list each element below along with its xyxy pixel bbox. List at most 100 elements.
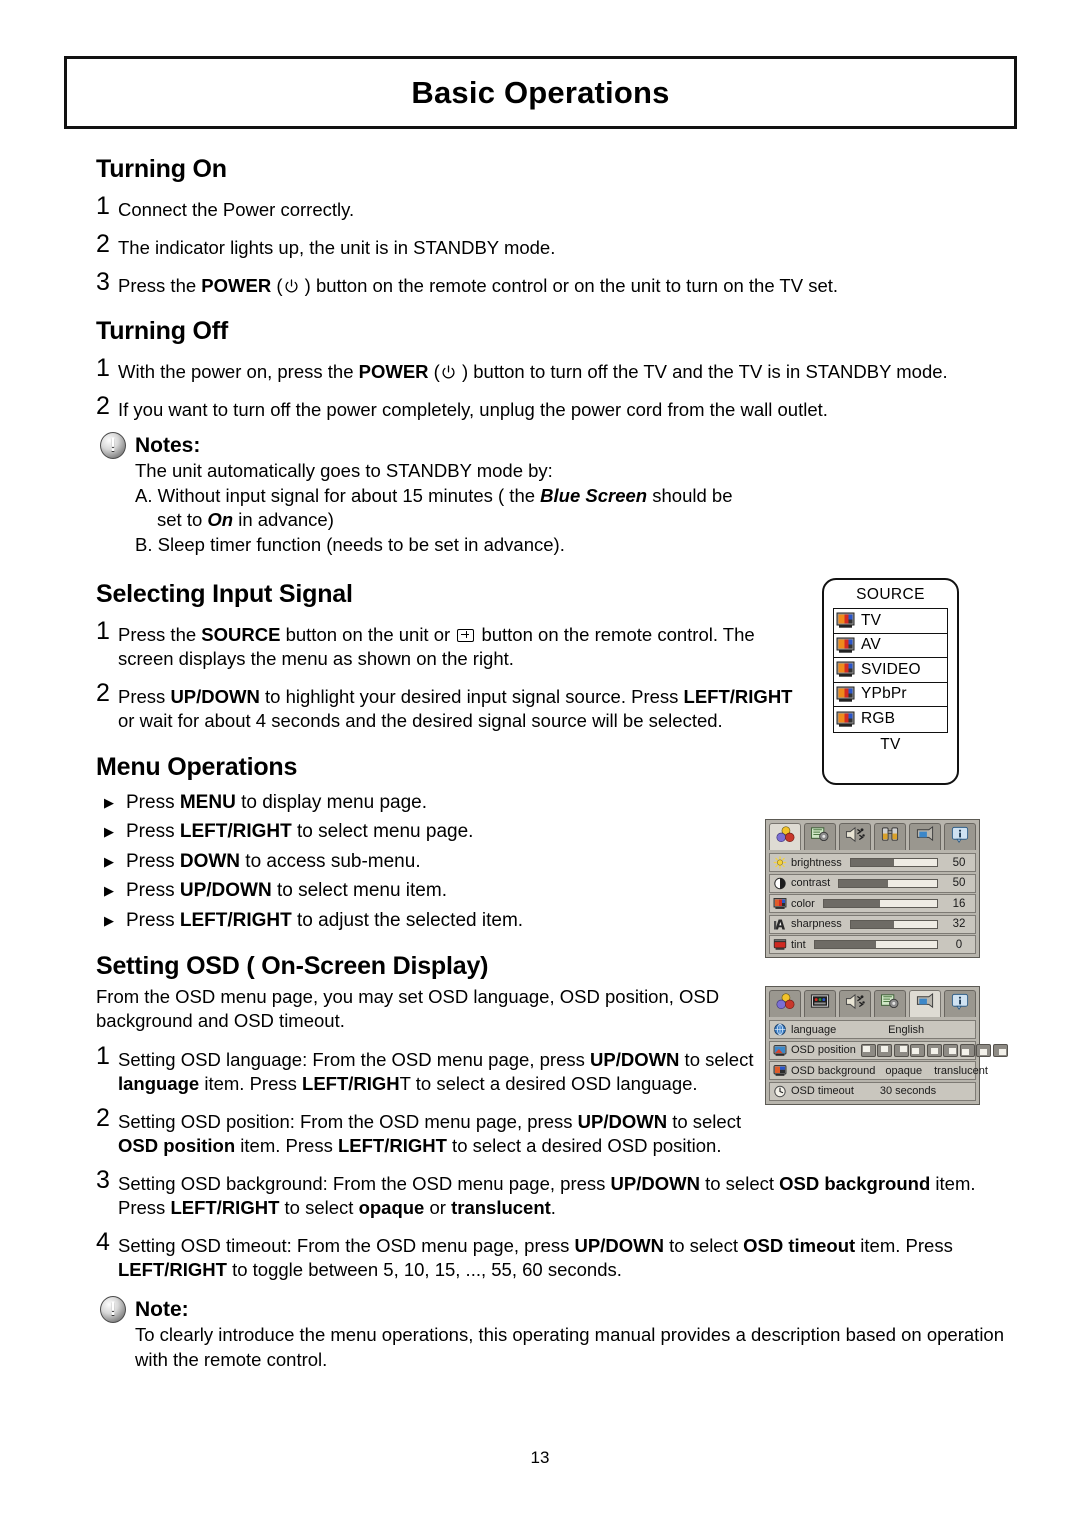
osd-position-option-8[interactable] bbox=[976, 1043, 992, 1057]
step-number: 2 bbox=[96, 1103, 110, 1132]
step-turning-on-3: 3 Press the POWER ( ) button on the remo… bbox=[96, 270, 1026, 298]
source-menu-item-svideo[interactable]: SVIDEO bbox=[834, 658, 947, 683]
exclamation-glyph: ! bbox=[109, 435, 117, 457]
position-marker bbox=[961, 1048, 969, 1055]
tab-osd[interactable] bbox=[908, 990, 942, 1017]
contrast-icon bbox=[773, 877, 787, 890]
keycap-up-down: UP/DOWN bbox=[590, 1048, 680, 1070]
language-value: English bbox=[888, 1023, 925, 1036]
tint-value: 0 bbox=[955, 938, 963, 951]
brightness-value: 50 bbox=[952, 856, 966, 869]
position-marker bbox=[899, 1045, 907, 1052]
picture-menu-rows: brightness 50 contrast 50 color 16 sharp… bbox=[769, 853, 976, 954]
t4: to toggle between 5, 10, 15, ..., 55, 60… bbox=[226, 1259, 622, 1281]
brightness-slider[interactable] bbox=[849, 858, 938, 867]
menu-row-brightness[interactable]: brightness 50 bbox=[769, 853, 976, 872]
menu-row-contrast[interactable]: contrast 50 bbox=[769, 873, 976, 893]
step-text-post: ) button on the remote control or on the… bbox=[299, 275, 839, 297]
t2: to select bbox=[667, 1110, 742, 1132]
tint-icon bbox=[773, 938, 787, 951]
step-text-pre: Press bbox=[118, 685, 171, 707]
menu-row-language[interactable]: language English bbox=[769, 1020, 976, 1039]
t4: to select bbox=[279, 1197, 359, 1219]
osd-position-option-7[interactable] bbox=[959, 1043, 975, 1057]
position-marker bbox=[980, 1048, 988, 1055]
menu-row-color[interactable]: color 16 bbox=[769, 894, 976, 913]
slider-fill bbox=[814, 941, 876, 948]
menu-row-osd-background[interactable]: OSD background opaque translucent bbox=[769, 1061, 988, 1080]
note-body: To clearly introduce the menu operations… bbox=[135, 1324, 1005, 1370]
slider-fill bbox=[850, 920, 894, 928]
tab-information[interactable] bbox=[943, 823, 977, 850]
tab-channel[interactable] bbox=[873, 823, 907, 850]
notes-a-pre: A. Without input signal for about 15 min… bbox=[135, 484, 541, 506]
tint-slider[interactable] bbox=[813, 940, 938, 949]
tab-sound[interactable] bbox=[838, 990, 872, 1017]
menu-row-tint[interactable]: tint 0 bbox=[769, 935, 976, 954]
tab-osd[interactable] bbox=[908, 823, 942, 850]
tab-screen[interactable] bbox=[803, 990, 837, 1017]
setting-osd-intro: From the OSD menu page, you may set OSD … bbox=[96, 985, 720, 1032]
exclamation-glyph: ! bbox=[109, 1299, 117, 1321]
keycap-left-right: LEFT/RIGHT bbox=[337, 1134, 447, 1156]
sharpness-slider[interactable] bbox=[849, 919, 938, 929]
step-text-pre: Press the bbox=[118, 275, 202, 297]
tv-icon bbox=[836, 612, 855, 629]
color-slider[interactable] bbox=[822, 899, 938, 908]
slider-fill bbox=[850, 859, 894, 866]
step-text-mid: to highlight your desired input signal s… bbox=[259, 685, 684, 707]
osd-background-option-opaque[interactable]: opaque bbox=[883, 1065, 924, 1077]
notes-item-a: A. Without input signal for about 15 min… bbox=[135, 484, 1026, 509]
osd-screen-icon bbox=[914, 825, 936, 849]
manual-page: Basic Operations Turning On 1 Connect th… bbox=[0, 0, 1080, 1527]
osd-timeout-value: 30 seconds bbox=[879, 1085, 937, 1097]
source-item-label: SVIDEO bbox=[861, 660, 921, 678]
t3: item. Press bbox=[855, 1235, 953, 1257]
tab-setup[interactable] bbox=[803, 823, 837, 850]
osd-position-option-3[interactable] bbox=[893, 1043, 909, 1057]
keycap-left-right: LEFT/RIGH bbox=[302, 1072, 400, 1094]
slider-fill bbox=[839, 879, 889, 887]
menu-row-label: brightness bbox=[791, 856, 842, 869]
source-menu-item-av[interactable]: AV bbox=[834, 634, 947, 658]
power-icon bbox=[441, 362, 456, 379]
tab-sound[interactable] bbox=[838, 823, 872, 850]
source-menu-item-tv[interactable]: TV bbox=[834, 609, 947, 634]
osd-position-option-1[interactable] bbox=[860, 1043, 876, 1057]
tab-information[interactable] bbox=[943, 990, 977, 1017]
menu-row-osd-timeout[interactable]: OSD timeout 30 seconds bbox=[769, 1081, 976, 1101]
osd-position-option-5[interactable] bbox=[926, 1043, 942, 1057]
note-header: ! Note: bbox=[96, 1296, 1026, 1324]
osd-position-option-6[interactable] bbox=[943, 1043, 959, 1057]
t1: Setting OSD background: From the OSD men… bbox=[118, 1172, 611, 1194]
contrast-slider[interactable] bbox=[838, 878, 938, 888]
keycap-source: SOURCE bbox=[201, 623, 281, 645]
osd-position-option-9[interactable] bbox=[992, 1043, 1008, 1057]
step-text: Setting OSD position: From the OSD menu … bbox=[118, 1107, 756, 1158]
notes-a2-emphasis: On bbox=[207, 509, 234, 531]
keycap-up-down: UP/DOWN bbox=[170, 685, 260, 707]
information-icon bbox=[949, 992, 971, 1016]
source-button-icon bbox=[457, 628, 475, 642]
osd-position-option-4[interactable] bbox=[910, 1043, 926, 1057]
tab-picture[interactable] bbox=[769, 823, 802, 850]
step-turning-on-2: 2 The indicator lights up, the unit is i… bbox=[96, 232, 1026, 260]
step-text-mid: ( bbox=[428, 361, 440, 383]
osd-position-option-2[interactable] bbox=[877, 1043, 893, 1057]
tab-picture[interactable] bbox=[769, 990, 802, 1017]
menu-row-sharpness[interactable]: sharpness 32 bbox=[769, 914, 976, 934]
osd-background-option-translucent[interactable]: translucent bbox=[932, 1065, 990, 1077]
notes-a-post: should be bbox=[647, 484, 733, 506]
menu-item-name: language bbox=[118, 1072, 200, 1094]
step-number: 1 bbox=[96, 616, 110, 645]
bullet-text: Press DOWN to access sub-menu. bbox=[126, 847, 421, 876]
source-menu-item-ypbpr[interactable]: YPbPr bbox=[834, 683, 947, 707]
menu-row-label: color bbox=[791, 897, 815, 910]
step-selecting-input-2: 2 Press UP/DOWN to highlight your desire… bbox=[96, 680, 796, 733]
source-menu-item-rgb[interactable]: RGB bbox=[834, 707, 947, 732]
menu-row-osd-position[interactable]: OSD position bbox=[769, 1040, 1008, 1060]
source-item-label: YPbPr bbox=[861, 685, 907, 703]
menu-item-name: OSD timeout bbox=[743, 1235, 856, 1257]
triangle-bullet-icon: ▶ bbox=[104, 912, 114, 928]
tab-setup[interactable] bbox=[873, 990, 907, 1017]
